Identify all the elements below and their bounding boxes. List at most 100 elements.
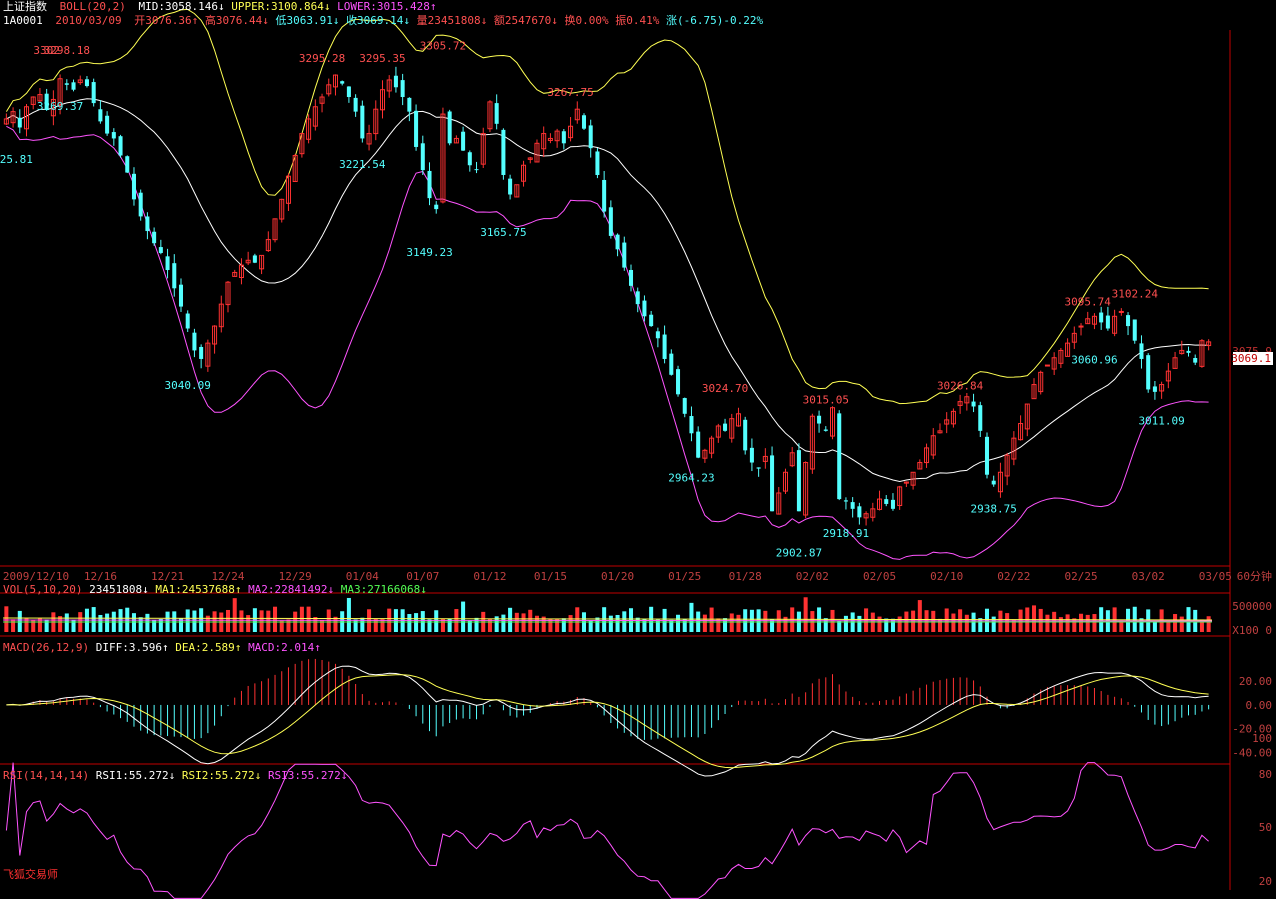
volume-bar (803, 597, 808, 632)
candle-down (467, 152, 472, 166)
date-tick: 01/12 (473, 570, 506, 583)
candle-down (561, 131, 566, 144)
macd-axis-label: 20.00 (1239, 675, 1272, 688)
low-annotation: 3060.96 (1071, 354, 1117, 367)
volume-bar (843, 615, 848, 632)
candle-down (1105, 315, 1110, 329)
rsi1: RSI1:55.272↓ (95, 769, 176, 782)
low-annotation: 2918.91 (823, 527, 869, 540)
macd-axis-label: -40.00 (1232, 746, 1272, 759)
volume-bar (105, 613, 110, 632)
candle-down (1126, 315, 1131, 327)
watermark: 飞狐交易师 (3, 868, 58, 881)
candle-down (91, 82, 96, 104)
volume-bar (44, 619, 49, 632)
volume-bar (615, 614, 620, 632)
high-annotation: 3295.35 (359, 52, 405, 65)
volume-bar (273, 606, 278, 632)
macd-diff: DIFF:3.596↑ (95, 641, 169, 654)
boll-mid: MID:3058.146↓ (138, 0, 225, 13)
vol-axis-label: 500000 (1232, 600, 1272, 613)
candle-down (991, 480, 996, 485)
volume-bar (595, 617, 600, 632)
candle-down (360, 105, 365, 139)
volume-bar (434, 610, 439, 632)
volume-bar (407, 614, 412, 632)
high-annotation: 3305.72 (420, 39, 466, 52)
volume-bar (131, 613, 136, 632)
candle-down (890, 499, 895, 509)
volume-bar (763, 610, 768, 632)
stock-chart[interactable]: 33023298.183295.28 3295.353305.723267.753… (0, 0, 1276, 899)
volume-bar (1173, 614, 1178, 632)
amplitude: 振0.41% (615, 14, 660, 27)
volume-bar (1045, 614, 1050, 632)
main-header: 上证指数 BOLL(20,2) MID:3058.146↓ UPPER:3100… (3, 0, 437, 13)
date-tick: 12/29 (279, 570, 312, 583)
vol-label: VOL(5,10,20) (3, 583, 83, 596)
candle-down (165, 256, 170, 271)
volume-bar (911, 610, 916, 632)
volume-bar (138, 617, 143, 632)
volume-bar (1005, 613, 1010, 632)
candle-down (407, 97, 412, 112)
candle-down (98, 109, 103, 122)
volume-bar (487, 619, 492, 632)
candle-down (649, 314, 654, 327)
volume-bar (931, 610, 936, 632)
candle-down (508, 178, 513, 195)
candle-down (770, 455, 775, 512)
candle-down (696, 431, 701, 458)
volume-bar (333, 616, 338, 632)
date-tick: 01/15 (534, 570, 567, 583)
volume-bar (185, 609, 190, 632)
candle-down (125, 156, 130, 173)
candle-down (756, 467, 761, 469)
code: 1A0001 (3, 14, 43, 27)
vol-value: 23451808↓ (89, 583, 149, 596)
date-tick: 01/04 (346, 570, 379, 583)
candle-down (158, 247, 163, 253)
low-annotation: 2902.87 (776, 546, 822, 559)
candle-down (608, 207, 613, 236)
candle-down (346, 86, 351, 98)
volume-bar (1126, 608, 1131, 632)
candle-down (501, 129, 506, 175)
candle-down (420, 143, 425, 171)
candle-down (1152, 386, 1157, 392)
volume-bar (1179, 616, 1184, 632)
boll-lower: LOWER:3015.428↑ (337, 0, 437, 13)
volume-bar (246, 615, 251, 632)
volume-bar (380, 619, 385, 632)
low-annotation: 2964.23 (668, 472, 714, 485)
rsi3: RSI3:55.272↓ (267, 769, 348, 782)
volume-bar (857, 615, 862, 632)
rsi-line (5, 762, 1209, 899)
volume-bar (501, 614, 506, 632)
volume-bar (521, 613, 526, 632)
volume: 量23451808↓ (416, 14, 488, 27)
date-tick: 03/05 (1199, 570, 1232, 583)
candle-down (850, 502, 855, 509)
date-tick: 12/21 (151, 570, 184, 583)
macd-axis-label: 0.00 (1246, 699, 1273, 712)
volume-bar (978, 618, 983, 632)
boll-label: BOLL(20,2) (59, 0, 126, 13)
candle-down (353, 97, 358, 112)
quote-header: 1A0001 2010/03/09 开3076.36↑ 高3076.44↓ 低3… (3, 14, 763, 27)
candle-down (588, 125, 593, 149)
close: 收3069.14↓ (346, 14, 411, 27)
vol-ma1: MA1:24537688↑ (155, 583, 242, 596)
volume-bar (232, 598, 237, 632)
candle-up (1118, 310, 1124, 313)
volume-bar (1072, 618, 1077, 632)
candle-down (971, 401, 976, 407)
volume-bar (655, 619, 660, 632)
amount: 额2547670↓ (493, 14, 558, 27)
date-tick: 02/02 (796, 570, 829, 583)
candle-down (978, 405, 983, 431)
volume-bar (1085, 614, 1090, 632)
volume-bar (239, 610, 244, 632)
candle-down (1186, 350, 1191, 353)
high-annotation: 3267.75 (547, 86, 593, 99)
